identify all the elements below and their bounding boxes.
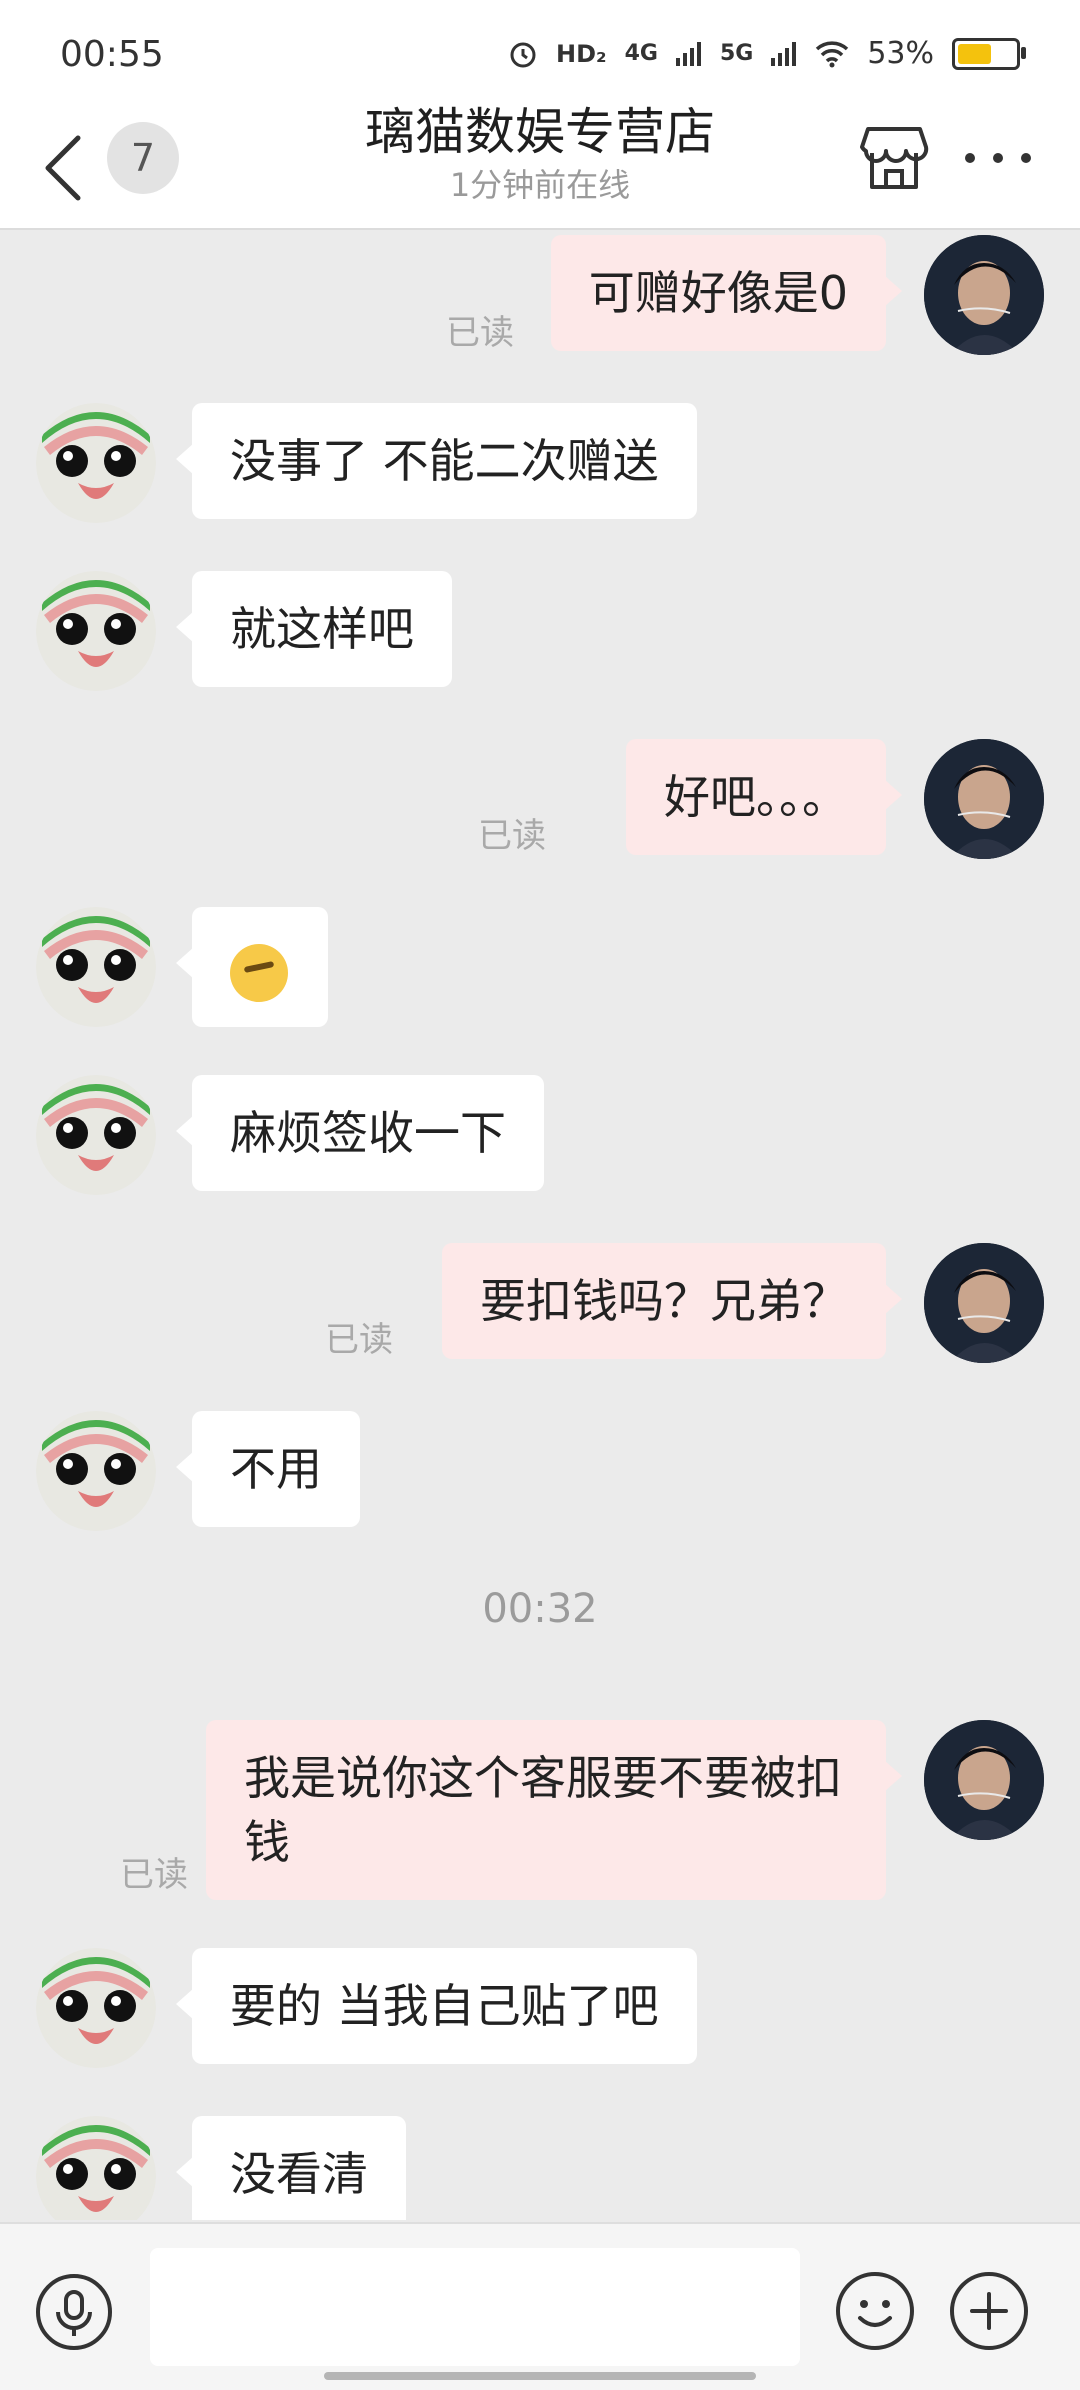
alarm-icon — [510, 42, 536, 67]
facepalm-emoji — [230, 943, 288, 1002]
plus-button[interactable] — [950, 2272, 1028, 2350]
message-bubble-out[interactable]: 要扣钱吗？兄弟？ — [442, 1243, 902, 1359]
time-separator: 00:32 — [482, 1586, 598, 1632]
plus-icon — [970, 2292, 1008, 2330]
smiley-icon — [858, 2300, 892, 2327]
chat-message-list[interactable]: 已读 可赠好像是0 没事了 不能二次赠送 就这样吧 已读 好吧。。。 麻烦签收一… — [0, 230, 1080, 2220]
shop-avatar[interactable] — [36, 571, 156, 691]
message-bubble-out[interactable]: 我是说你这个客服要不要被扣钱 — [206, 1720, 902, 1900]
self-avatar[interactable] — [924, 739, 1044, 859]
home-indicator[interactable] — [324, 2372, 756, 2380]
more-icon[interactable] — [958, 138, 1038, 178]
message-input[interactable] — [150, 2248, 800, 2366]
battery-icon — [952, 37, 1026, 70]
message-bubble-in[interactable] — [176, 907, 328, 1027]
shop-avatar[interactable] — [36, 2116, 156, 2220]
message-bubble-in[interactable]: 麻烦签收一下 — [176, 1075, 544, 1191]
emoji-button[interactable] — [836, 2272, 914, 2350]
self-avatar[interactable] — [924, 235, 1044, 355]
self-avatar[interactable] — [924, 1720, 1044, 1840]
status-icons: HD₂ 4G 5G 53% — [508, 36, 1026, 71]
signal-icon — [675, 41, 701, 66]
read-status: 已读 — [446, 313, 514, 353]
message-bubble-in[interactable]: 没事了 不能二次赠送 — [176, 403, 697, 519]
message-bubble-in[interactable]: 要的 当我自己贴了吧 — [176, 1948, 697, 2064]
shop-avatar[interactable] — [36, 1075, 156, 1195]
message-bubble-out[interactable]: 可赠好像是0 — [550, 235, 903, 351]
network-4g: 4G — [624, 41, 658, 66]
signal-icon-2 — [771, 41, 797, 66]
shop-avatar[interactable] — [36, 1411, 156, 1531]
input-bar — [0, 2222, 1080, 2390]
shop-avatar[interactable] — [36, 1948, 156, 2068]
message-bubble-in[interactable]: 不用 — [176, 1411, 360, 1527]
store-icon[interactable] — [858, 121, 930, 193]
wifi-icon — [816, 40, 849, 67]
self-avatar[interactable] — [924, 1243, 1044, 1363]
hd-indicator: HD₂ — [556, 39, 607, 68]
read-status: 已读 — [478, 816, 546, 856]
message-bubble-in[interactable]: 没看清 — [176, 2116, 406, 2220]
network-5g: 5G — [719, 41, 754, 66]
shop-avatar[interactable] — [36, 907, 156, 1027]
status-time: 00:55 — [60, 34, 164, 75]
message-bubble-out[interactable]: 好吧。。。 — [626, 739, 902, 855]
microphone-icon — [56, 2290, 92, 2336]
battery-percent: 53% — [867, 36, 934, 71]
voice-button[interactable] — [36, 2274, 112, 2350]
read-status: 已读 — [325, 1320, 393, 1360]
read-status: 已读 — [120, 1855, 188, 1895]
shop-avatar[interactable] — [36, 403, 156, 523]
message-bubble-in[interactable]: 就这样吧 — [176, 571, 452, 687]
